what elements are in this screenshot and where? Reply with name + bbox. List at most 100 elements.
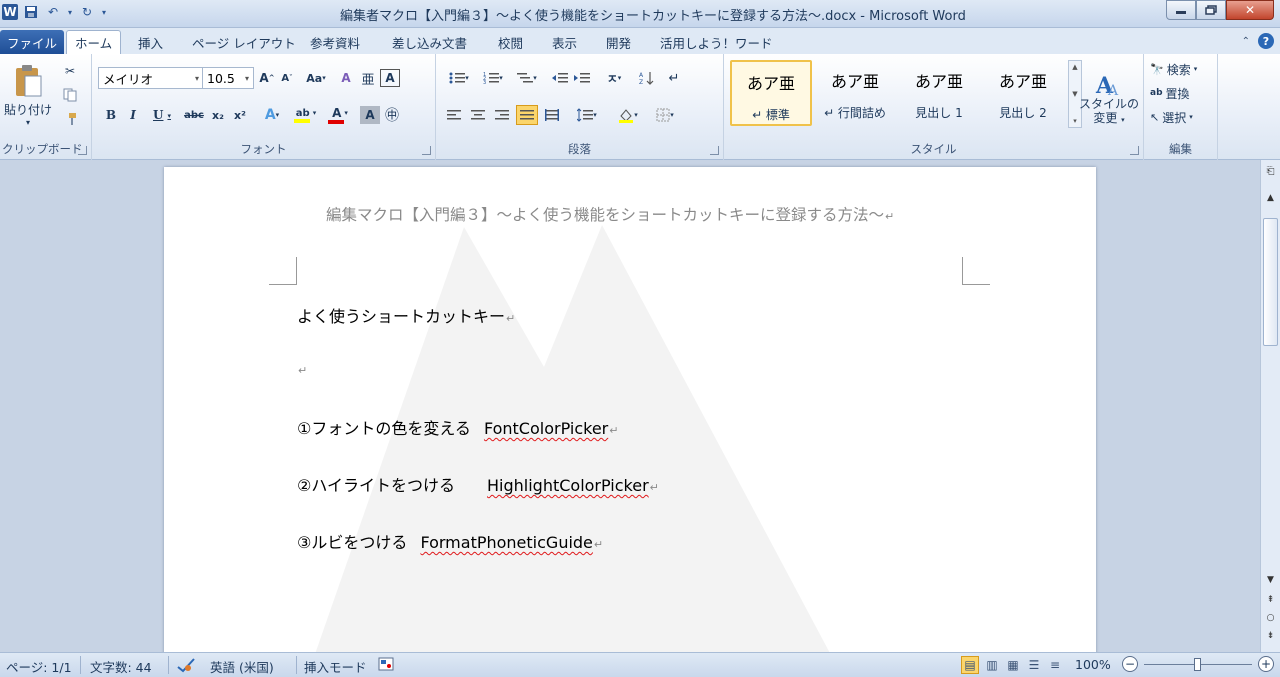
undo-dropdown-icon[interactable]: ▾ — [66, 3, 74, 21]
replace-button[interactable]: ab 置換 — [1150, 84, 1190, 102]
gallery-down-icon[interactable]: ▼ — [1072, 90, 1077, 98]
format-painter-icon[interactable] — [60, 110, 80, 128]
scroll-thumb[interactable] — [1263, 218, 1278, 346]
customize-qat-icon[interactable]: ▾ — [100, 3, 108, 21]
clipboard-launcher-icon[interactable] — [78, 146, 87, 155]
redo-icon[interactable]: ↻ — [78, 3, 96, 21]
word-logo-icon[interactable]: W — [2, 4, 18, 20]
highlight-button[interactable]: ab ▾ — [290, 104, 322, 126]
tab-review[interactable]: 校閲 — [490, 31, 531, 54]
paragraph-launcher-icon[interactable] — [710, 146, 719, 155]
full-screen-reading-icon[interactable]: ▥ — [983, 656, 1001, 674]
doc-empty-line[interactable]: ↵ — [297, 359, 307, 378]
paste-button[interactable]: 貼り付け ▾ — [4, 60, 52, 130]
page-header[interactable]: 編集マクロ【入門編３】～よく使う機能をショートカットキーに登録する方法～↵ — [326, 203, 894, 225]
vertical-scrollbar[interactable]: ⎗ ▲ ▼ ⇞ ○ ⇟ — [1260, 160, 1280, 652]
borders-button[interactable]: ▾ — [650, 106, 680, 124]
document-page[interactable]: 編集マクロ【入門編３】～よく使う機能をショートカットキーに登録する方法～↵ よく… — [164, 167, 1096, 652]
tab-file[interactable]: ファイル — [0, 30, 64, 54]
subscript-button[interactable]: x₂ — [208, 106, 228, 124]
copy-icon[interactable] — [60, 86, 80, 104]
find-button[interactable]: 🔭 検索 ▾ — [1150, 60, 1197, 78]
font-launcher-icon[interactable] — [422, 146, 431, 155]
align-left-icon[interactable] — [444, 106, 464, 124]
decrease-indent-icon[interactable] — [550, 69, 570, 87]
font-size-combo[interactable]: 10.5 ▾ — [202, 67, 254, 89]
word-count[interactable]: 文字数: 44 — [90, 657, 152, 676]
web-layout-icon[interactable]: ▦ — [1004, 656, 1022, 674]
language-indicator[interactable]: 英語 (米国) — [210, 657, 274, 676]
font-color-button[interactable]: A ▾ — [324, 104, 356, 126]
minimize-button[interactable] — [1166, 0, 1196, 20]
increase-indent-icon[interactable] — [572, 69, 592, 87]
text-effects-button[interactable]: A ▾ — [258, 106, 286, 124]
style-heading-2[interactable]: あア亜 見出し 2 — [982, 60, 1064, 126]
justify-button[interactable] — [516, 105, 538, 125]
style-heading-1[interactable]: あア亜 見出し 1 — [898, 60, 980, 126]
outline-view-icon[interactable]: ☰ — [1025, 656, 1043, 674]
zoom-level[interactable]: 100% — [1075, 657, 1111, 672]
zoom-out-icon[interactable]: − — [1122, 656, 1138, 672]
change-styles-button[interactable]: AA スタイルの 変更 ▾ — [1079, 60, 1139, 138]
tab-view[interactable]: 表示 — [544, 31, 585, 54]
scroll-up-icon[interactable]: ▲ — [1263, 190, 1278, 205]
proofing-icon[interactable] — [176, 657, 196, 676]
page-count[interactable]: ページ: 1/1 — [6, 657, 72, 676]
doc-heading[interactable]: よく使うショートカットキー↵ — [297, 303, 515, 327]
font-name-combo[interactable]: メイリオ ▾ — [98, 67, 204, 89]
style-gallery-scroll[interactable]: ▲ ▼ ▾ — [1068, 60, 1082, 128]
char-border-button[interactable]: A — [380, 69, 400, 87]
next-page-icon[interactable]: ⇟ — [1263, 628, 1278, 643]
ruler-toggle-icon[interactable]: ⎗ — [1263, 164, 1278, 179]
undo-icon[interactable]: ↶ — [44, 3, 62, 21]
phonetic-guide-button[interactable]: 亜 — [358, 69, 378, 88]
strikethrough-button[interactable]: abc — [182, 106, 206, 124]
restore-button[interactable] — [1196, 0, 1226, 20]
sort-icon[interactable]: AZ — [636, 69, 658, 87]
multilevel-list-button[interactable]: ▾ — [512, 69, 542, 87]
minimize-ribbon-icon[interactable]: ⌃ — [1242, 36, 1250, 47]
italic-button[interactable]: I — [124, 106, 142, 124]
tab-addin[interactable]: 活用しよう！ワード — [652, 31, 781, 54]
doc-line-1[interactable]: ①フォントの色を変える FontColorPicker↵ — [297, 415, 618, 439]
distribute-icon[interactable] — [542, 106, 562, 124]
scroll-down-icon[interactable]: ▼ — [1263, 572, 1278, 587]
print-layout-view-icon[interactable]: ▤ — [961, 656, 979, 674]
draft-view-icon[interactable]: ≡ — [1046, 656, 1064, 674]
clear-format-button[interactable]: A — [336, 69, 356, 87]
enclose-char-button[interactable]: ㊥ — [382, 106, 402, 124]
underline-button[interactable]: U ▾ — [148, 106, 176, 124]
zoom-in-icon[interactable]: + — [1258, 656, 1274, 672]
tab-page-layout[interactable]: ページ レイアウト — [184, 31, 304, 54]
doc-line-3[interactable]: ③ルビをつける FormatPhoneticGuide↵ — [297, 529, 603, 553]
prev-page-icon[interactable]: ⇞ — [1263, 592, 1278, 607]
shrink-font-button[interactable]: Aˇ — [278, 69, 296, 87]
show-marks-icon[interactable]: ↵ — [664, 69, 684, 87]
close-button[interactable]: ✕ — [1226, 0, 1274, 20]
change-case-button[interactable]: Aa ▾ — [302, 69, 330, 87]
bold-button[interactable]: B — [102, 106, 120, 124]
bullets-button[interactable]: ▾ — [444, 69, 474, 87]
doc-line-2[interactable]: ②ハイライトをつける HighlightColorPicker↵ — [297, 472, 659, 496]
grow-font-button[interactable]: A ^ — [258, 69, 276, 87]
gallery-more-icon[interactable]: ▾ — [1073, 117, 1077, 125]
document-workspace[interactable]: 編集マクロ【入門編３】～よく使う機能をショートカットキーに登録する方法～↵ よく… — [0, 160, 1260, 652]
tab-insert[interactable]: 挿入 — [130, 31, 171, 54]
gallery-up-icon[interactable]: ▲ — [1072, 63, 1077, 71]
insert-mode-indicator[interactable]: 挿入モード — [304, 657, 367, 676]
select-button[interactable]: ↖ 選択 ▾ — [1150, 108, 1193, 126]
style-normal[interactable]: あア亜 ↵ 標準 — [730, 60, 812, 126]
align-right-icon[interactable] — [492, 106, 512, 124]
tab-developer[interactable]: 開発 — [598, 31, 639, 54]
tab-home[interactable]: ホーム — [66, 30, 122, 54]
char-shading-button[interactable]: A — [360, 106, 380, 124]
shading-button[interactable]: ▾ — [612, 106, 644, 124]
zoom-slider-thumb[interactable] — [1194, 658, 1201, 671]
tab-mailings[interactable]: 差し込み文書 — [384, 31, 475, 54]
save-icon[interactable] — [22, 3, 40, 21]
numbering-button[interactable]: 1 2 3 ▾ — [478, 69, 508, 87]
style-no-spacing[interactable]: あア亜 ↵ 行間詰め — [814, 60, 896, 126]
cut-icon[interactable]: ✂ — [60, 62, 80, 80]
styles-launcher-icon[interactable] — [1130, 146, 1139, 155]
asian-layout-button[interactable]: ㅈ ▾ — [598, 69, 630, 87]
